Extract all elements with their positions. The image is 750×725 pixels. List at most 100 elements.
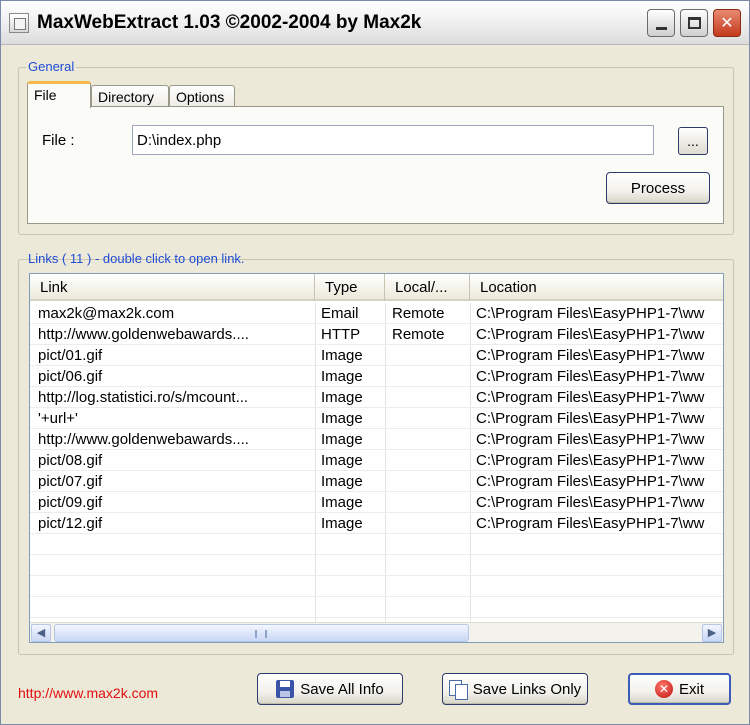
table-cell xyxy=(392,346,468,366)
table-row[interactable]: pict/08.gif Image C:\Program Files\EasyPHP… xyxy=(30,450,723,471)
process-button[interactable]: Process xyxy=(606,172,710,204)
browse-button[interactable]: ... xyxy=(678,127,708,155)
save-all-info-label: Save All Info xyxy=(300,680,384,698)
column-header-link[interactable]: Link xyxy=(30,274,315,301)
table-row[interactable]: pict/09.gif Image C:\Program Files\EasyPHP… xyxy=(30,492,723,513)
links-listview[interactable]: Link Type Local/... Location max2k@max2k… xyxy=(29,273,724,643)
table-row[interactable] xyxy=(30,576,723,597)
save-all-info-button[interactable]: Save All Info xyxy=(257,673,403,705)
table-cell: Image xyxy=(321,473,363,490)
table-cell: pict/01.gif xyxy=(38,347,103,364)
website-link[interactable]: http://www.max2k.com xyxy=(18,685,158,701)
table-row[interactable]: http://www.goldenwebawards.... HTTP Remote… xyxy=(30,324,723,345)
scroll-grip-icon xyxy=(255,630,267,638)
table-cell xyxy=(392,388,468,408)
table-cell: C:\Program Files\EasyPHP1-7\ww xyxy=(476,347,705,364)
table-cell: pict/08.gif xyxy=(38,452,103,469)
table-cell: Image xyxy=(321,452,363,469)
table-cell: C:\Program Files\EasyPHP1-7\ww xyxy=(476,452,705,469)
table-cell xyxy=(392,514,468,534)
table-row[interactable] xyxy=(30,534,723,555)
file-label: File : xyxy=(42,132,75,149)
minimize-button[interactable] xyxy=(647,9,675,37)
general-group-label: General xyxy=(26,59,77,74)
floppy-disk-icon xyxy=(276,680,295,698)
links-caption: Links ( 11 ) - double click to open link… xyxy=(28,251,245,266)
table-cell: http://www.goldenwebawards.... xyxy=(38,431,249,448)
table-cell: pict/09.gif xyxy=(38,494,103,511)
table-cell xyxy=(392,451,468,471)
column-header-local[interactable]: Local/... xyxy=(385,274,470,301)
save-links-only-button[interactable]: Save Links Only xyxy=(442,673,588,705)
table-cell xyxy=(392,472,468,492)
window-title: MaxWebExtract 1.03 ©2002-2004 by Max2k xyxy=(37,12,422,33)
table-cell: C:\Program Files\EasyPHP1-7\ww xyxy=(476,305,705,322)
table-cell: C:\Program Files\EasyPHP1-7\ww xyxy=(476,431,705,448)
table-cell xyxy=(392,367,468,387)
table-row[interactable]: pict/07.gif Image C:\Program Files\EasyPHP… xyxy=(30,471,723,492)
table-cell: C:\Program Files\EasyPHP1-7\ww xyxy=(476,410,705,427)
table-row[interactable]: max2k@max2k.com Email Remote C:\Program Fil… xyxy=(30,303,723,324)
table-cell xyxy=(392,430,468,450)
process-button-label: Process xyxy=(630,179,686,197)
file-path-input[interactable] xyxy=(132,125,654,155)
table-row[interactable]: pict/01.gif Image C:\Program Files\EasyPHP… xyxy=(30,345,723,366)
scroll-right-button[interactable]: ▶ xyxy=(702,624,722,642)
column-header-type[interactable]: Type xyxy=(315,274,385,301)
horizontal-scrollbar[interactable]: ◀ ▶ xyxy=(30,622,723,642)
documents-icon xyxy=(448,680,468,700)
close-button[interactable]: ✕ xyxy=(713,9,741,37)
table-cell: max2k@max2k.com xyxy=(38,305,175,322)
table-cell: C:\Program Files\EasyPHP1-7\ww xyxy=(476,494,705,511)
table-cell: Remote xyxy=(392,305,445,322)
table-cell: Image xyxy=(321,494,363,511)
table-cell: Image xyxy=(321,368,363,385)
table-row[interactable]: pict/12.gif Image C:\Program Files\EasyPHP… xyxy=(30,513,723,534)
exit-button[interactable]: ✕ Exit xyxy=(628,673,731,705)
table-cell: Remote xyxy=(392,326,445,343)
table-cell: http://log.statistici.ro/s/mcount... xyxy=(38,389,249,406)
table-row[interactable]: http://www.goldenwebawards.... Image C:\Pr… xyxy=(30,429,723,450)
table-cell: '+url+' xyxy=(38,410,78,427)
listview-header: Link Type Local/... Location xyxy=(30,274,723,301)
scroll-left-button[interactable]: ◀ xyxy=(31,624,51,642)
table-cell xyxy=(392,493,468,513)
maximize-button[interactable] xyxy=(680,9,708,37)
table-cell: http://www.goldenwebawards.... xyxy=(38,326,249,343)
exit-icon: ✕ xyxy=(654,680,673,698)
table-cell: pict/07.gif xyxy=(38,473,103,490)
tab-file[interactable]: File xyxy=(27,81,91,108)
table-row[interactable]: http://log.statistici.ro/s/mcount... Imag… xyxy=(30,387,723,408)
table-cell: pict/12.gif xyxy=(38,515,103,532)
table-row[interactable] xyxy=(30,597,723,618)
table-cell: C:\Program Files\EasyPHP1-7\ww xyxy=(476,389,705,406)
table-cell: Image xyxy=(321,410,363,427)
table-cell: C:\Program Files\EasyPHP1-7\ww xyxy=(476,326,705,343)
table-cell: C:\Program Files\EasyPHP1-7\ww xyxy=(476,515,705,532)
scroll-thumb[interactable] xyxy=(54,624,469,642)
close-icon: ✕ xyxy=(720,15,734,32)
table-row[interactable]: pict/06.gif Image C:\Program Files\EasyPHP… xyxy=(30,366,723,387)
save-links-only-label: Save Links Only xyxy=(472,680,582,698)
app-window: MaxWebExtract 1.03 ©2002-2004 by Max2k ✕… xyxy=(0,0,750,725)
maximize-icon xyxy=(687,17,701,29)
table-cell xyxy=(392,409,468,429)
table-row[interactable] xyxy=(30,555,723,576)
exit-label: Exit xyxy=(678,680,704,698)
table-cell: Image xyxy=(321,515,363,532)
table-cell: C:\Program Files\EasyPHP1-7\ww xyxy=(476,368,705,385)
tab-options[interactable]: Options xyxy=(169,85,235,107)
minimize-icon xyxy=(655,26,667,30)
table-cell: Image xyxy=(321,431,363,448)
table-cell: HTTP xyxy=(321,326,361,343)
app-icon[interactable] xyxy=(9,13,29,33)
table-cell: Email xyxy=(321,305,359,322)
table-cell: C:\Program Files\EasyPHP1-7\ww xyxy=(476,473,705,490)
column-header-location[interactable]: Location xyxy=(470,274,723,301)
table-row[interactable]: '+url+' Image C:\Program Files\EasyPHP1-7\… xyxy=(30,408,723,429)
file-tab-panel: File : ... Process xyxy=(27,106,724,224)
title-bar[interactable]: MaxWebExtract 1.03 ©2002-2004 by Max2k ✕ xyxy=(1,1,749,45)
table-cell: Image xyxy=(321,389,363,406)
table-cell: pict/06.gif xyxy=(38,368,103,385)
tab-directory[interactable]: Directory xyxy=(91,85,169,107)
